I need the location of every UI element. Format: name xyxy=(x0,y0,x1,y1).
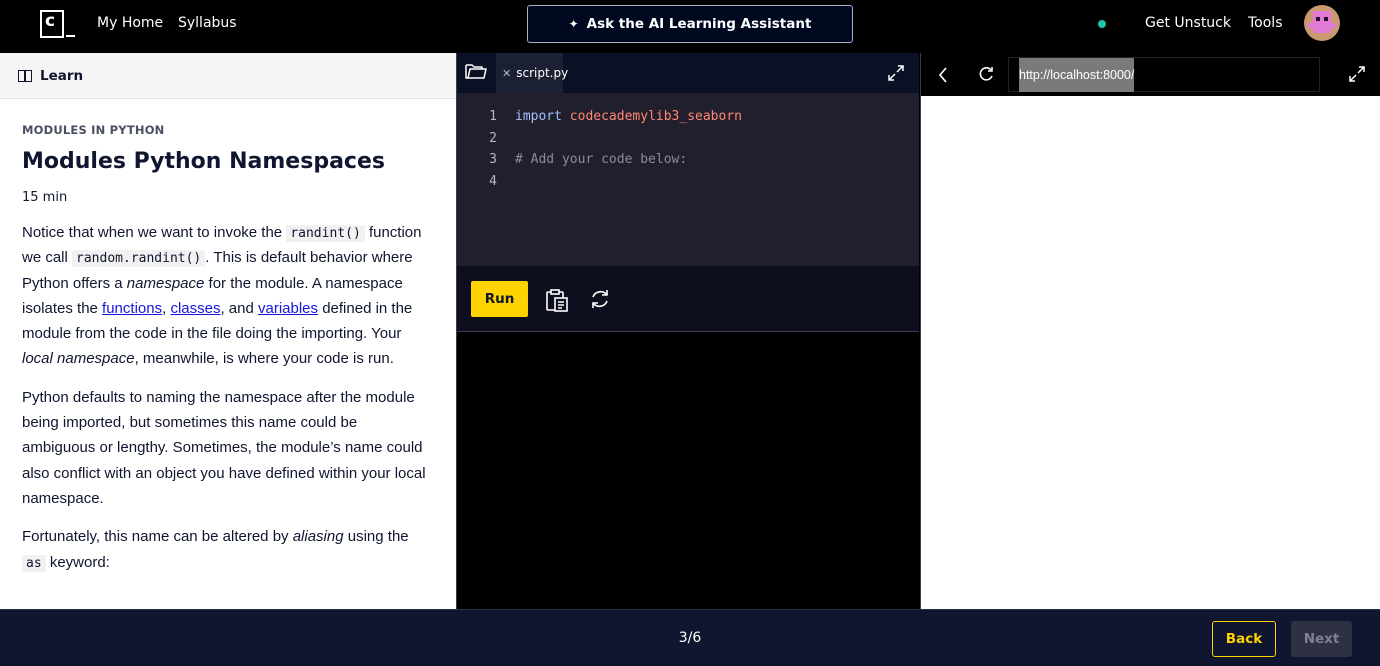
bottom-navigation-bar: 3/6 Back Next xyxy=(0,609,1380,666)
status-dot-icon xyxy=(1098,20,1106,28)
emphasis: local namespace xyxy=(22,350,135,368)
text: using the xyxy=(343,528,409,546)
book-icon xyxy=(18,70,32,82)
file-tab-script[interactable]: ✕ script.py xyxy=(496,53,568,93)
line-number: 3 xyxy=(489,152,497,167)
folder-icon[interactable] xyxy=(465,62,487,80)
code-comment: # Add your code below: xyxy=(515,152,688,167)
top-navigation-bar: c My Home Syllabus ✦ Ask the AI Learning… xyxy=(0,0,1380,52)
tools-menu[interactable]: Tools xyxy=(1248,15,1283,31)
text: keyword: xyxy=(45,553,110,571)
browser-preview-panel: http://localhost:8000/ xyxy=(920,53,1380,609)
url-text: http://localhost:8000/ xyxy=(1019,57,1135,92)
module-name: codecademylib3_seaborn xyxy=(569,109,742,124)
run-button[interactable]: Run xyxy=(471,281,528,317)
user-avatar[interactable] xyxy=(1304,5,1340,41)
text: , meanwhile, is where your code is run. xyxy=(134,350,394,368)
learn-label: Learn xyxy=(40,67,84,84)
keyword-import: import xyxy=(515,109,562,124)
code-area[interactable]: 1 import codecademylib3_seaborn 2 3 # Ad… xyxy=(457,93,919,266)
text: Notice that when we want to invoke the xyxy=(22,224,287,241)
line-number: 1 xyxy=(489,109,497,124)
browser-toolbar: http://localhost:8000/ xyxy=(921,53,1380,96)
link-variables[interactable]: variables xyxy=(258,300,318,317)
inline-code: randint() xyxy=(286,225,365,242)
code-editor-panel: ✕ script.py 1 import codecademylib3_seab… xyxy=(456,53,919,609)
browser-back-icon[interactable] xyxy=(937,67,949,83)
lesson-duration: 15 min xyxy=(22,190,68,205)
browser-reload-icon[interactable] xyxy=(977,65,995,83)
lesson-panel: Learn MODULES IN PYTHON Modules Python N… xyxy=(0,53,456,609)
get-unstuck-menu[interactable]: Get Unstuck xyxy=(1145,15,1231,31)
editor-tab-bar: ✕ script.py xyxy=(457,53,919,93)
lesson-progress: 3/6 xyxy=(678,630,702,646)
file-tab-label: script.py xyxy=(516,66,569,80)
browser-url-field[interactable]: http://localhost:8000/ xyxy=(1008,57,1320,92)
lesson-paragraph-2: Python defaults to naming the namespace … xyxy=(22,388,426,507)
lesson-paragraph-1: Notice that when we want to invoke the r… xyxy=(22,220,434,372)
learn-header: Learn xyxy=(0,53,456,99)
nav-my-home[interactable]: My Home xyxy=(97,15,163,31)
lesson-paragraph-3: Fortunately, this name can be altered by… xyxy=(22,524,434,575)
codecademy-logo[interactable]: c xyxy=(38,8,76,40)
back-button[interactable]: Back xyxy=(1212,621,1276,657)
emphasis: aliasing xyxy=(292,528,344,546)
next-button: Next xyxy=(1291,621,1352,657)
inline-code: as xyxy=(22,554,46,572)
lesson-content: MODULES IN PYTHON Modules Python Namespa… xyxy=(0,99,456,575)
lesson-title: Modules Python Namespaces xyxy=(22,149,385,174)
text: Fortunately, this name can be altered by xyxy=(22,528,293,546)
ai-assistant-button[interactable]: ✦ Ask the AI Learning Assistant xyxy=(527,5,853,43)
ai-assistant-label: Ask the AI Learning Assistant xyxy=(586,16,812,32)
text: , and xyxy=(220,299,258,317)
reset-icon[interactable] xyxy=(589,288,611,310)
line-number: 2 xyxy=(489,131,497,146)
link-functions[interactable]: functions xyxy=(102,300,162,317)
output-terminal xyxy=(457,333,919,609)
clipboard-icon[interactable] xyxy=(545,288,569,312)
browser-expand-icon[interactable] xyxy=(1348,65,1366,83)
inline-code: random.randint() xyxy=(72,250,206,268)
run-toolbar: Run xyxy=(457,266,919,332)
close-tab-icon[interactable]: ✕ xyxy=(502,67,511,80)
expand-icon[interactable] xyxy=(887,64,905,82)
emphasis: namespace xyxy=(126,274,205,292)
logo-underscore xyxy=(66,35,75,37)
line-number: 4 xyxy=(489,174,497,189)
logo-letter: c xyxy=(45,11,56,31)
nav-syllabus[interactable]: Syllabus xyxy=(178,15,237,31)
avatar-pixel-icon xyxy=(1308,11,1336,33)
sparkle-icon: ✦ xyxy=(568,17,579,31)
link-classes[interactable]: classes xyxy=(170,300,220,317)
lesson-kicker: MODULES IN PYTHON xyxy=(22,123,165,137)
